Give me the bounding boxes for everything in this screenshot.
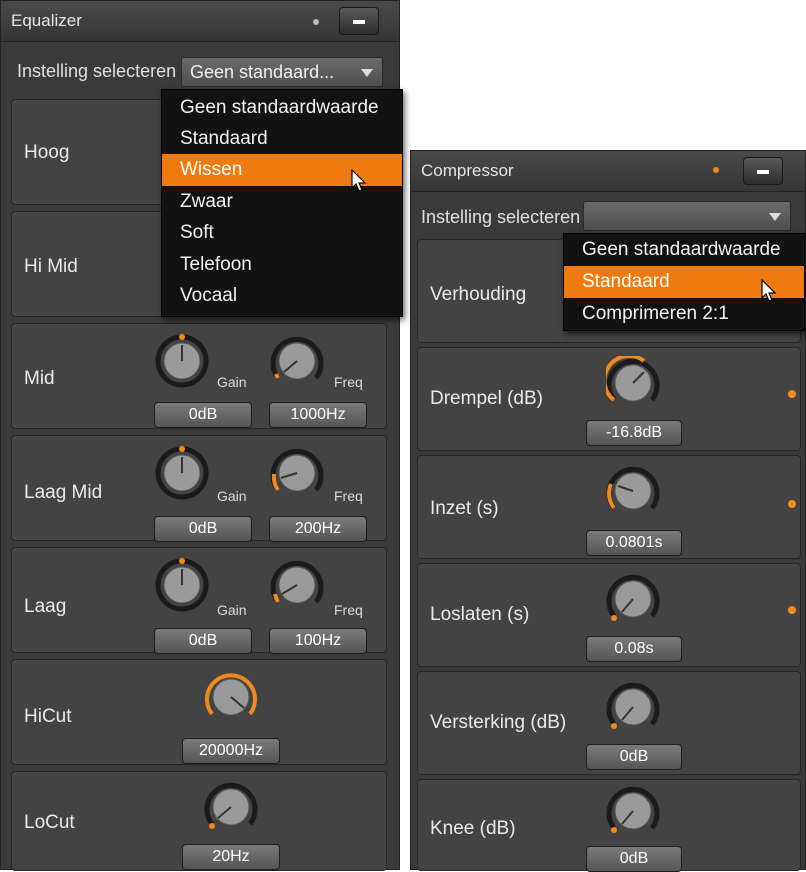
row-label: Laag (24, 596, 67, 617)
row-label: Inzet (s) (430, 498, 499, 519)
eq-row-laag: Laag Gain Freq 0dB 100Hz (11, 547, 387, 654)
freq-label: Freq (334, 602, 363, 618)
keyframe-dot-icon (788, 606, 796, 614)
preset-select-value: Geen standaard... (190, 62, 335, 82)
comp-row-loslaten: Loslaten (s) 0.08s (417, 563, 801, 667)
menu-item-soft[interactable]: Soft (162, 217, 402, 249)
row-label: HiCut (24, 706, 72, 727)
drempel-value-box[interactable]: -16.8dB (586, 420, 682, 446)
hicut-value-box[interactable]: 20000Hz (182, 738, 280, 764)
freq-value-box[interactable]: 1000Hz (269, 402, 367, 428)
versterking-knob[interactable] (606, 680, 660, 734)
hicut-knob[interactable] (204, 670, 258, 724)
gain-label: Gain (217, 602, 247, 618)
gain-knob[interactable] (155, 558, 209, 612)
preset-label: Instelling selecteren (17, 61, 177, 81)
row-label: Verhouding (430, 284, 527, 305)
preset-label: Instelling selecteren (421, 207, 581, 227)
comp-row-versterking: Versterking (dB) 0dB (417, 671, 801, 775)
preset-select[interactable]: Geen standaard... (181, 57, 383, 87)
menu-item-vocaal[interactable]: Vocaal (162, 280, 402, 312)
eq-row-mid: Mid Gain Freq 0dB 1000Hz (11, 323, 387, 429)
freq-knob[interactable] (270, 558, 324, 612)
row-label: Hoog (24, 142, 70, 163)
minimize-button[interactable] (339, 7, 379, 35)
inzet-knob[interactable] (606, 464, 660, 518)
row-label: Knee (dB) (430, 818, 516, 839)
gain-value-box[interactable]: 0dB (154, 516, 252, 542)
freq-label: Freq (334, 488, 363, 504)
eq-row-laag-mid: Laag Mid Gain Freq 0dB 200Hz (11, 435, 387, 542)
keyframe-dot-icon (788, 500, 796, 508)
gain-value-box[interactable]: 0dB (154, 628, 252, 654)
mouse-cursor-icon (351, 169, 367, 192)
keyframe-dot-icon (788, 390, 796, 398)
mouse-cursor-icon (761, 279, 777, 302)
row-label: Hi Mid (24, 256, 78, 277)
menu-item-standaard[interactable]: Standaard (162, 123, 402, 155)
row-label: Laag Mid (24, 482, 103, 503)
compressor-panel: Compressor Instelling selecteren Verhoud… (410, 150, 806, 872)
gain-value-box[interactable]: 0dB (154, 402, 252, 428)
row-label: Versterking (dB) (430, 712, 567, 733)
inzet-value-box[interactable]: 0.0801s (586, 530, 682, 556)
freq-knob[interactable] (270, 446, 324, 500)
menu-item-geen-standaardwaarde[interactable]: Geen standaardwaarde (564, 234, 804, 266)
comp-row-inzet: Inzet (s) 0.0801s (417, 455, 801, 559)
comp-row-drempel: Drempel (dB) -16.8dB (417, 347, 801, 451)
gain-label: Gain (217, 488, 247, 504)
freq-value-box[interactable]: 200Hz (269, 516, 367, 542)
knee-knob[interactable] (606, 784, 660, 838)
compressor-titlebar: Compressor (411, 151, 805, 192)
minimize-button[interactable] (743, 157, 783, 185)
gain-knob[interactable] (155, 446, 209, 500)
gain-knob[interactable] (155, 334, 209, 388)
preset-dropdown-menu: Geen standaardwaarde Standaard Wissen Zw… (161, 89, 403, 317)
locut-knob[interactable] (204, 780, 258, 834)
compressor-title: Compressor (421, 161, 514, 180)
equalizer-titlebar: Equalizer (1, 1, 399, 42)
freq-value-box[interactable]: 100Hz (269, 628, 367, 654)
knee-value-box[interactable]: 0dB (586, 846, 682, 872)
status-dot-icon (713, 167, 719, 173)
loslaten-value-box[interactable]: 0.08s (586, 636, 682, 662)
versterking-value-box[interactable]: 0dB (586, 744, 682, 770)
comp-row-knee: Knee (dB) 0dB (417, 779, 801, 872)
menu-item-telefoon[interactable]: Telefoon (162, 249, 402, 281)
freq-label: Freq (334, 374, 363, 390)
row-label: Mid (24, 368, 55, 389)
drempel-knob[interactable] (602, 353, 660, 410)
gain-label: Gain (217, 374, 247, 390)
chevron-down-icon (361, 69, 373, 77)
row-label: Drempel (dB) (430, 388, 543, 409)
equalizer-title: Equalizer (11, 11, 82, 30)
chevron-down-icon (769, 213, 781, 221)
preset-select[interactable] (583, 201, 791, 231)
eq-row-locut: LoCut 20Hz (11, 771, 387, 871)
row-label: LoCut (24, 812, 75, 833)
freq-knob[interactable] (270, 334, 324, 388)
row-label: Loslaten (s) (430, 604, 530, 625)
loslaten-knob[interactable] (606, 572, 660, 626)
locut-value-box[interactable]: 20Hz (182, 844, 280, 870)
menu-item-geen-standaardwaarde[interactable]: Geen standaardwaarde (162, 92, 402, 124)
equalizer-panel: Equalizer Instelling selecteren Geen sta… (0, 0, 403, 871)
status-dot-icon (313, 19, 319, 25)
eq-row-hicut: HiCut 20000Hz (11, 659, 387, 765)
